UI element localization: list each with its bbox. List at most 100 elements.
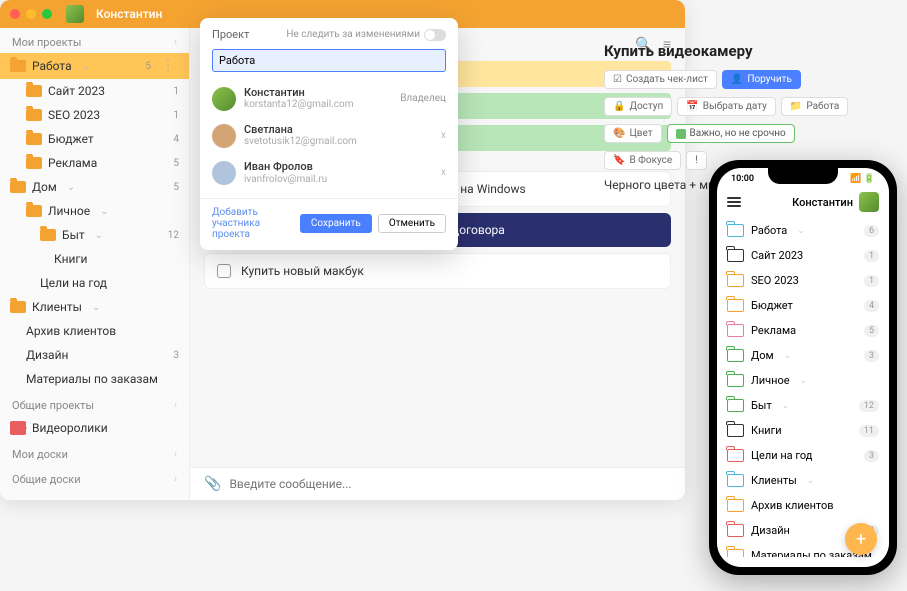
chip-access[interactable]: 🔒Доступ (604, 97, 672, 116)
folder-icon (727, 374, 744, 387)
folder-icon (727, 249, 744, 262)
project-settings-modal: Проект Не следить за изменениями Констан… (200, 18, 458, 250)
chevron-down-icon: ⌄ (782, 401, 790, 411)
minimize-window-button[interactable] (26, 9, 36, 19)
phone-item-byt[interactable]: Быт⌄12 (717, 393, 889, 418)
member-row[interactable]: Светланаsvetotusik12@gmail.com x (200, 117, 458, 154)
phone-item-celi[interactable]: Цели на год3 (717, 443, 889, 468)
folder-icon (26, 85, 42, 97)
sidebar-item-lichnoe[interactable]: Личное⌄ (0, 199, 189, 223)
folder-icon (727, 274, 744, 287)
sidebar-item-klienty[interactable]: Клиенты⌄ (0, 295, 189, 319)
calendar-icon: 📅 (686, 101, 698, 112)
item-count: 5 (145, 61, 151, 72)
sidebar-item-dom[interactable]: Дом⌄5 (0, 175, 189, 199)
sidebar-item-seo[interactable]: SEO 20231 (0, 103, 189, 127)
sidebar-item-videoroliki[interactable]: Видеоролики (0, 416, 189, 440)
sidebar-item-sait[interactable]: Сайт 20231 (0, 79, 189, 103)
chip-color[interactable]: 🎨Цвет (604, 124, 662, 143)
folder-icon (10, 60, 26, 72)
folder-icon (727, 524, 744, 537)
follow-label: Не следить за изменениями (286, 29, 420, 40)
phone-time: 10:00 (731, 174, 754, 184)
kebab-icon[interactable]: ⋮ (157, 58, 179, 74)
sidebar-item-materialy[interactable]: Материалы по заказам (0, 367, 189, 391)
chevron-right-icon: › (174, 474, 177, 485)
follow-toggle[interactable] (424, 29, 446, 41)
phone-item-arhiv[interactable]: Архив клиентов (717, 493, 889, 518)
chip-project[interactable]: 📁Работа (781, 97, 848, 116)
folder-icon (26, 109, 42, 121)
chevron-down-icon: ⌄ (82, 61, 90, 72)
section-shared-boards[interactable]: Общие доски› (0, 465, 189, 490)
chip-focus[interactable]: 🔖В Фокусе (604, 151, 681, 170)
folder-icon (40, 229, 56, 241)
role-badge: Владелец (400, 93, 446, 104)
chevron-down-icon: ⌄ (800, 376, 808, 386)
folder-icon (26, 157, 42, 169)
folder-icon (727, 224, 744, 237)
remove-member-button[interactable]: x (441, 167, 446, 178)
chip-date[interactable]: 📅Выбрать дату (677, 97, 776, 116)
phone-item-seo[interactable]: SEO 20231 (717, 268, 889, 293)
project-name-input[interactable] (212, 49, 446, 72)
sidebar-item-reklama[interactable]: Реклама5 (0, 151, 189, 175)
phone-item-rabota[interactable]: Работа⌄6 (717, 218, 889, 243)
add-member-link[interactable]: Добавить участника проекта (212, 207, 288, 240)
member-row[interactable]: Константинkorstanta12@gmail.com Владелец (200, 80, 458, 117)
phone-user[interactable]: Константин (792, 192, 879, 212)
status-icons: 📶 🔋 (850, 174, 875, 184)
chip-priority[interactable]: Важно, но не срочно (667, 124, 795, 143)
sidebar-item-rabota[interactable]: Работа ⌄ 5 ⋮ (0, 53, 189, 79)
phone-add-button[interactable]: + (845, 523, 877, 555)
detail-title: Купить видеокамеру (604, 42, 866, 60)
checkbox[interactable] (217, 264, 231, 278)
palette-icon: 🎨 (613, 128, 625, 139)
section-my-projects[interactable]: Мои проекты› (0, 28, 189, 53)
section-shared-projects[interactable]: Общие проекты› (0, 391, 189, 416)
chevron-right-icon: › (174, 400, 177, 411)
remove-member-button[interactable]: x (441, 130, 446, 141)
chevron-down-icon: ⌄ (100, 206, 108, 217)
chip-assign[interactable]: 👤Поручить (722, 70, 801, 89)
message-input[interactable] (229, 477, 671, 491)
sidebar-item-budget[interactable]: Бюджет4 (0, 127, 189, 151)
cancel-button[interactable]: Отменить (378, 214, 446, 233)
sidebar-item-dizain[interactable]: Дизайн3 (0, 343, 189, 367)
user-avatar[interactable] (66, 5, 84, 23)
video-icon (10, 421, 26, 435)
message-input-bar: 📎 (190, 467, 685, 500)
phone-item-klienty[interactable]: Клиенты⌄ (717, 468, 889, 493)
phone-item-lichnoe[interactable]: Личное⌄ (717, 368, 889, 393)
section-my-boards[interactable]: Мои доски› (0, 440, 189, 465)
sidebar-item-arhiv[interactable]: Архив клиентов (0, 319, 189, 343)
folder-icon (26, 205, 42, 217)
folder-icon (10, 301, 26, 313)
sidebar-item-byt[interactable]: Быт⌄12 (0, 223, 189, 247)
maximize-window-button[interactable] (42, 9, 52, 19)
phone-item-sait[interactable]: Сайт 20231 (717, 243, 889, 268)
sidebar-item-celi[interactable]: Цели на год (0, 271, 189, 295)
hamburger-icon[interactable] (727, 197, 741, 207)
phone-item-reklama[interactable]: Реклама5 (717, 318, 889, 343)
chip-important[interactable]: ! (686, 151, 707, 170)
titlebar-username: Константин (96, 7, 162, 21)
section-labels[interactable]: Метки› (0, 490, 189, 500)
member-row[interactable]: Иван Фроловivanfrolov@mail.ru x (200, 154, 458, 191)
folder-icon (727, 424, 744, 437)
close-window-button[interactable] (10, 9, 20, 19)
phone-item-knigi[interactable]: Книги11 (717, 418, 889, 443)
sidebar-item-knigi[interactable]: Книги (0, 247, 189, 271)
paperclip-icon[interactable]: 📎 (204, 476, 221, 492)
chip-checklist[interactable]: ☑Создать чек-лист (604, 70, 717, 89)
folder-icon (727, 324, 744, 337)
task-row[interactable]: Купить новый макбук (204, 253, 671, 289)
phone-item-dom[interactable]: Дом⌄3 (717, 343, 889, 368)
task-title: Купить новый макбук (241, 264, 364, 278)
chevron-right-icon: › (174, 499, 177, 500)
folder-icon (10, 181, 26, 193)
chevron-down-icon: ⌄ (797, 226, 805, 236)
save-button[interactable]: Сохранить (300, 214, 372, 233)
lock-icon: 🔒 (613, 101, 625, 112)
phone-item-budget[interactable]: Бюджет4 (717, 293, 889, 318)
